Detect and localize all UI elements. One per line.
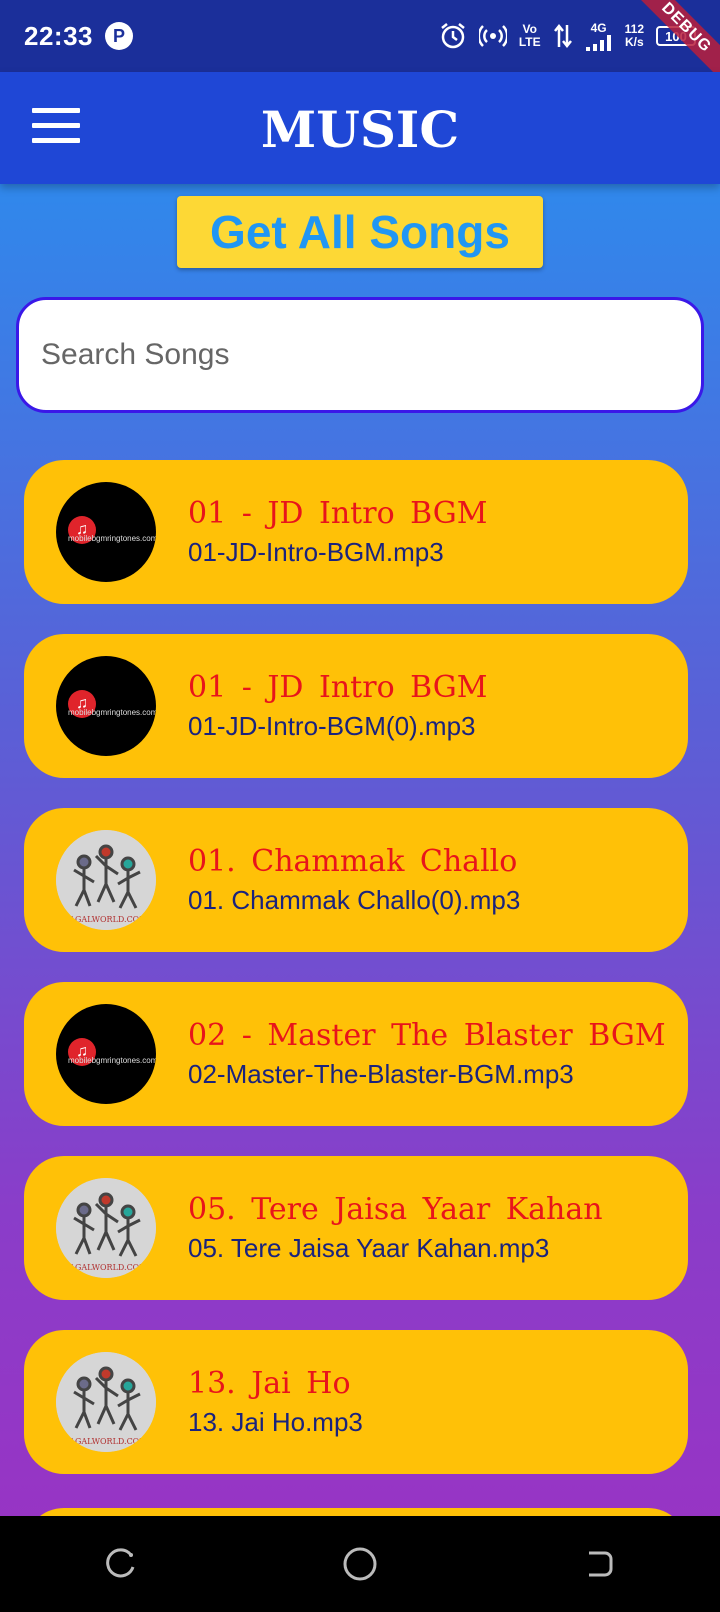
song-text: 05. Tere Jaisa Yaar Kahan 05. Tere Jaisa… [188, 1192, 603, 1264]
song-list: ♫ mobilebgmringtones.com 01 - JD Intro B… [24, 460, 688, 1504]
song-card[interactable]: ♫ mobilebgmringtones.com 02 - Master The… [24, 982, 688, 1126]
status-left: 22:33 P [24, 21, 133, 52]
signal-group: 4G [585, 20, 613, 51]
search-input[interactable] [16, 297, 704, 413]
song-filename: 01-JD-Intro-BGM(0).mp3 [188, 711, 476, 741]
song-filename: 01. Chammak Challo(0).mp3 [188, 885, 521, 915]
recent-apps-icon [106, 1548, 135, 1578]
status-right: Vo LTE 4G 112 K/s 100 [439, 20, 696, 51]
app-bar: MUSIC [0, 72, 720, 184]
get-all-songs-button[interactable]: Get All Songs [177, 196, 543, 268]
song-filename: 01-JD-Intro-BGM.mp3 [188, 537, 444, 567]
app-title: MUSIC [260, 100, 460, 159]
song-card[interactable]: PAGALWORLD.COM 05. Tere Jaisa Yaar Kahan… [24, 1156, 688, 1300]
svg-text:PAGALWORLD.COM: PAGALWORLD.COM [65, 1263, 148, 1272]
song-filename: 05. Tere Jaisa Yaar Kahan.mp3 [188, 1233, 550, 1263]
song-text: 02 - Master The Blaster BGM 02-Master-Th… [188, 1018, 666, 1090]
song-card[interactable]: PAGALWORLD.COM 13. Jai Ho 13. Jai Ho.mp3 [24, 1330, 688, 1474]
volte-bottom: LTE [518, 35, 541, 49]
back-icon [589, 1551, 613, 1577]
album-art-dancers-icon: PAGALWORLD.COM [56, 1352, 156, 1452]
album-art-music-note-icon: ♫ mobilebgmringtones.com [56, 482, 156, 582]
song-card[interactable]: ♫ mobilebgmringtones.com 01 - JD Intro B… [24, 634, 688, 778]
song-title: 13. Jai Ho [188, 1366, 351, 1401]
song-filename: 02-Master-The-Blaster-BGM.mp3 [188, 1059, 574, 1089]
notification-p-icon: P [105, 22, 133, 50]
home-circle-icon [343, 1547, 377, 1581]
song-card[interactable]: ♫ mobilebgmringtones.com 01 - JD Intro B… [24, 460, 688, 604]
back-button[interactable] [570, 1534, 630, 1594]
song-title: 05. Tere Jaisa Yaar Kahan [188, 1192, 603, 1227]
song-title: 01 - JD Intro BGM [188, 670, 488, 705]
data-arrows-icon [553, 23, 572, 49]
song-title: 02 - Master The Blaster BGM [188, 1018, 666, 1053]
album-art-music-note-icon: ♫ mobilebgmringtones.com [56, 656, 156, 756]
hotspot-icon [478, 25, 507, 47]
home-button[interactable] [330, 1534, 390, 1594]
song-title: 01. Chammak Challo [188, 844, 518, 879]
volte-indicator: Vo LTE [519, 23, 541, 49]
album-art-music-note-icon: ♫ mobilebgmringtones.com [56, 1004, 156, 1104]
alarm-icon [441, 23, 465, 49]
song-title: 01 - JD Intro BGM [188, 496, 488, 531]
status-bar: 22:33 P Vo LTE 4G 112 K/s 100 DEBUG [0, 0, 720, 94]
song-text: 13. Jai Ho 13. Jai Ho.mp3 [188, 1366, 363, 1438]
song-card[interactable]: PAGALWORLD.COM 01. Chammak Challo 01. Ch… [24, 808, 688, 952]
clock: 22:33 [24, 20, 93, 51]
song-filename: 13. Jai Ho.mp3 [188, 1407, 363, 1437]
album-art-dancers-icon: PAGALWORLD.COM [56, 1178, 156, 1278]
network-type: 4G [590, 20, 607, 35]
song-text: 01 - JD Intro BGM 01-JD-Intro-BGM(0).mp3 [188, 670, 487, 742]
signal-icon [585, 34, 611, 51]
net-speed-unit: K/s [624, 35, 644, 49]
net-speed: 112 K/s [625, 23, 644, 49]
system-nav-bar [0, 1516, 720, 1612]
svg-text:PAGALWORLD.COM: PAGALWORLD.COM [65, 915, 148, 924]
svg-text:PAGALWORLD.COM: PAGALWORLD.COM [65, 1437, 148, 1446]
album-art-dancers-icon: PAGALWORLD.COM [56, 830, 156, 930]
song-text: 01 - JD Intro BGM 01-JD-Intro-BGM.mp3 [188, 496, 487, 568]
recent-apps-button[interactable] [90, 1534, 150, 1594]
song-text: 01. Chammak Challo 01. Chammak Challo(0)… [188, 844, 520, 916]
